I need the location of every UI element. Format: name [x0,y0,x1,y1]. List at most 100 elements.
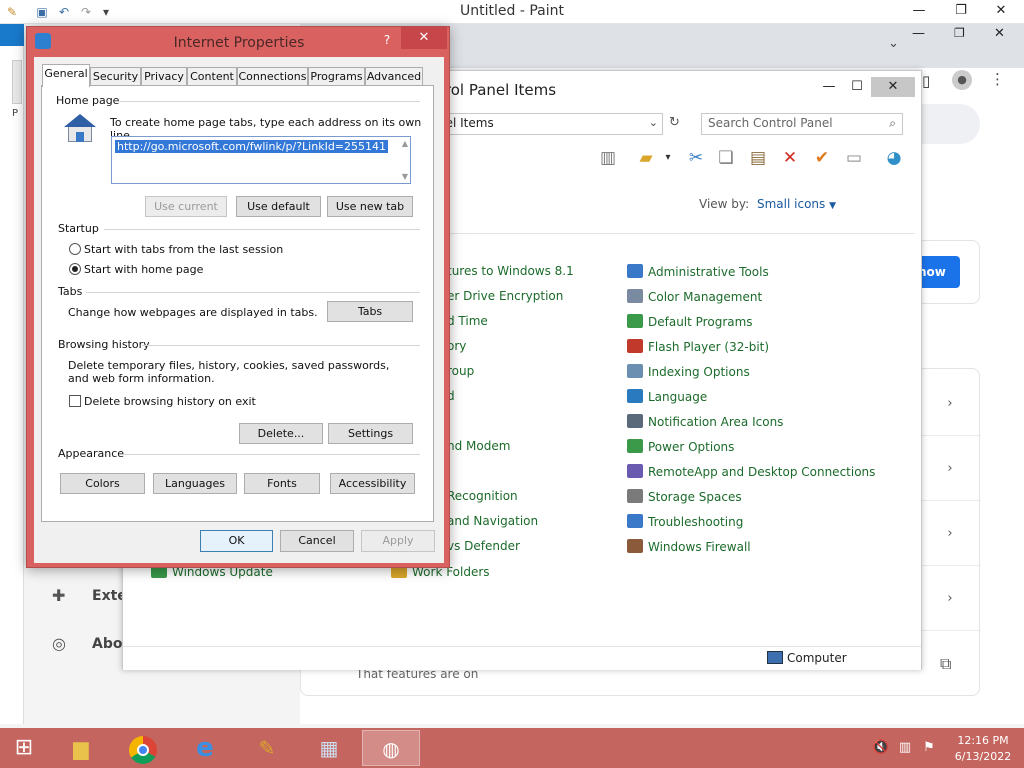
home-page-url-textarea[interactable]: http://go.microsoft.com/fwlink/p/?LinkId… [111,136,411,184]
languages-button[interactable]: Languages [153,473,237,494]
delete-history-button[interactable]: Delete... [239,423,323,444]
copy-icon[interactable]: ❏ [715,147,737,169]
paint-file-tab[interactable] [0,24,24,46]
list-item[interactable]: Administrative Tools [627,264,769,284]
paint-restore-button[interactable]: ❐ [946,0,976,22]
network-icon[interactable]: ▥ [896,739,914,757]
paint-taskbar-icon[interactable]: ✎ [238,730,296,766]
delete-on-exit-label[interactable]: Delete browsing history on exit [84,395,256,408]
chrome-tab-dropdown-icon[interactable]: ⌄ [888,36,899,51]
profile-avatar-icon[interactable]: ● [952,70,972,90]
chrome-close-icon[interactable]: ✕ [994,26,1005,41]
shell-icon[interactable]: ◕ [883,147,905,169]
list-item[interactable]: Windows Firewall [627,539,751,559]
address-bar[interactable]: nel Items ⌄ [433,113,663,135]
search-control-panel-input[interactable]: Search Control Panel ⌕ [701,113,903,135]
system-clock[interactable]: 12:16 PM 6/13/2022 [946,733,1020,765]
list-item[interactable]: d Time [447,314,488,334]
file-explorer-icon[interactable]: ▆ [52,730,110,766]
action-center-icon[interactable]: ⚑ [920,739,938,757]
refresh-icon[interactable]: ↻ [669,115,680,130]
paint-close-button[interactable]: ✕ [986,0,1016,22]
paste-icon[interactable]: ▤ [747,147,769,169]
chrome-menu-icon[interactable]: ⋮ [990,70,1005,88]
colors-button[interactable]: Colors [60,473,145,494]
ok-button[interactable]: OK [200,530,273,552]
list-item[interactable]: Language [627,389,707,409]
list-item[interactable]: Default Programs [627,314,753,334]
list-item[interactable]: nd Modem [447,439,510,459]
delete-on-exit-checkbox[interactable] [69,395,81,407]
chevron-right-icon[interactable]: › [942,396,958,412]
list-item[interactable]: Storage Spaces [627,489,742,509]
internet-explorer-icon[interactable]: e [176,730,234,766]
chrome-minimize-icon[interactable]: — [912,26,925,41]
list-item[interactable]: Notification Area Icons [627,414,783,434]
tab-connections[interactable]: Connections [237,67,308,86]
history-settings-button[interactable]: Settings [328,423,413,444]
list-item[interactable]: and Navigation [447,514,538,534]
use-current-button[interactable]: Use current [145,196,227,217]
control-panel-taskbar-icon[interactable]: ▦ [300,730,358,766]
delete-icon[interactable]: ✕ [779,147,801,169]
list-item[interactable]: Flash Player (32-bit) [627,339,769,359]
volume-muted-icon[interactable]: 🔇 [872,739,890,757]
address-dropdown-icon[interactable]: ⌄ [649,116,658,129]
rename-icon[interactable]: ▭ [843,147,865,169]
cp-close-button[interactable]: ✕ [871,77,915,97]
chevron-right-icon[interactable]: › [942,461,958,477]
startup-last-session-radio[interactable] [69,243,81,255]
list-item[interactable]: Color Management [627,289,762,309]
startup-option-2-label[interactable]: Start with home page [84,263,203,276]
tab-general[interactable]: General [42,64,90,87]
chrome-restore-icon[interactable]: ❐ [954,26,965,40]
paste-icon[interactable] [12,60,22,104]
list-item[interactable]: Power Options [627,439,734,459]
cut-icon[interactable]: ✂ [685,147,707,169]
internet-options-taskbar-icon[interactable]: ◍ [362,730,420,766]
list-item[interactable]: RemoteApp and Desktop Connections [627,464,875,484]
accessibility-button[interactable]: Accessibility [330,473,415,494]
properties-folder-icon[interactable]: ▰ [635,147,657,169]
cancel-button[interactable]: Cancel [280,530,354,552]
apply-button[interactable]: Apply [361,530,435,552]
list-item[interactable]: Troubleshooting [627,514,743,534]
cp-maximize-button[interactable]: ☐ [843,77,871,97]
tab-privacy[interactable]: Privacy [141,67,187,86]
tab-programs[interactable]: Programs [308,67,365,86]
use-new-tab-button[interactable]: Use new tab [327,196,413,217]
cp-minimize-button[interactable]: — [815,77,843,97]
toolbar-dropdown-icon[interactable]: ▾ [657,147,679,169]
start-button-windows-icon[interactable]: ⊞ [0,730,48,766]
startup-home-page-radio[interactable] [69,263,81,275]
list-item[interactable]: Indexing Options [627,364,750,384]
preview-pane-icon[interactable]: ▥ [597,147,619,169]
chevron-right-icon[interactable]: › [942,591,958,607]
paint-minimize-button[interactable]: — [904,0,934,22]
list-item[interactable]: roup [447,364,474,384]
extensions-icon[interactable]: ✚ [52,586,65,605]
scroll-down-icon[interactable]: ▼ [402,172,408,181]
open-external-icon[interactable]: ⧉ [940,654,951,674]
tab-advanced[interactable]: Advanced [365,67,423,86]
side-panel-icon[interactable]: ▯ [922,72,930,90]
chevron-right-icon[interactable]: › [942,526,958,542]
list-item[interactable]: tures to Windows 8.1 [447,264,574,284]
chrome-taskbar-icon[interactable] [114,730,172,766]
dialog-close-button[interactable]: ✕ [401,27,447,49]
fonts-button[interactable]: Fonts [244,473,320,494]
tab-security[interactable]: Security [90,67,141,86]
help-button[interactable]: ? [373,29,401,51]
startup-option-1-label[interactable]: Start with tabs from the last session [84,243,283,256]
view-by-dropdown[interactable]: Small icons ▼ [757,197,836,211]
checkmark-icon[interactable]: ✔ [811,147,833,169]
use-default-button[interactable]: Use default [236,196,321,217]
list-item[interactable]: Recognition [447,489,518,509]
tabs-button[interactable]: Tabs [327,301,413,322]
scroll-up-icon[interactable]: ▲ [402,139,408,148]
search-icon[interactable]: ⌕ [889,116,896,131]
tab-content[interactable]: Content [187,67,237,86]
search-placeholder: Search Control Panel [708,116,833,130]
list-item[interactable]: vs Defender [447,539,520,559]
list-item[interactable]: er Drive Encryption [447,289,563,309]
